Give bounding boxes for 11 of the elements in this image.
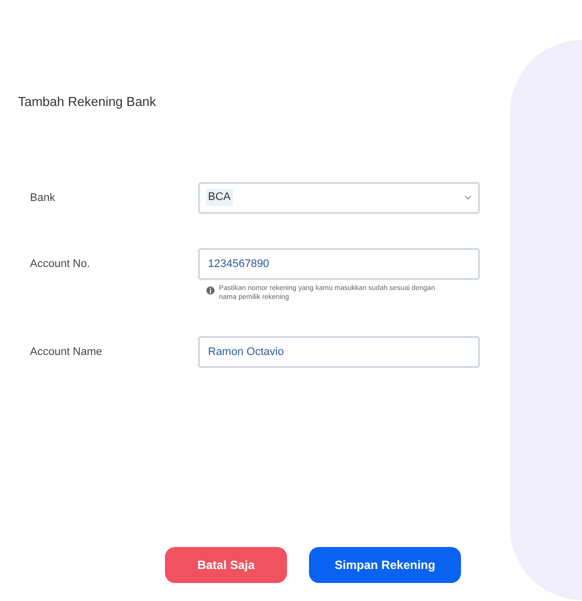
action-button[interactable]: Simpan Rekening: [309, 547, 461, 583]
form-title: Tambah Rekening Bank: [18, 93, 158, 111]
bank-select[interactable]: BCA: [198, 182, 480, 214]
action-button[interactable]: Batal Saja: [165, 547, 287, 583]
text-field[interactable]: 1234567890: [198, 248, 480, 280]
chevron-down-icon: [464, 195, 472, 200]
field-label: Account No.: [29, 256, 91, 272]
text-field[interactable]: Ramon Octavio: [198, 336, 480, 368]
field-label: Bank: [29, 190, 56, 206]
info-icon: [206, 286, 215, 294]
field-label: Account Name: [29, 344, 104, 360]
